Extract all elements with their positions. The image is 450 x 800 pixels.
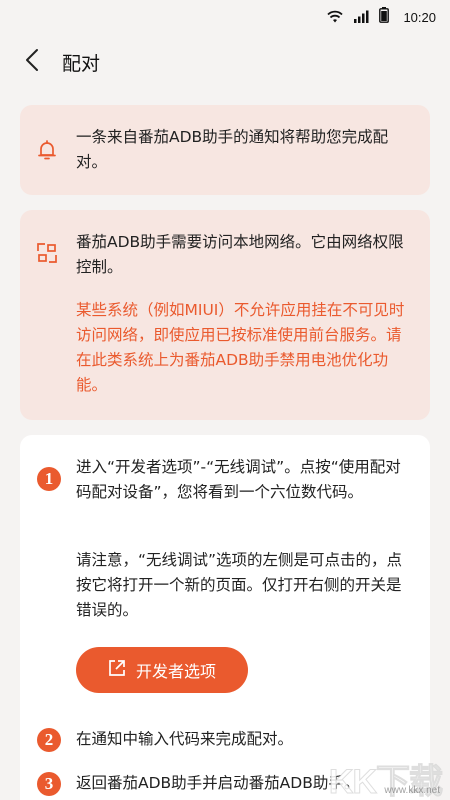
battery-icon	[379, 7, 390, 27]
step-1-text: 进入“开发者选项”-“无线调试”。点按“使用配对码配对设备”，您将看到一个六位数…	[76, 458, 401, 501]
network-card: 番茄ADB助手需要访问本地网络。它由网络权限控制。 某些系统（例如MIUI）不允…	[20, 210, 430, 420]
developer-options-label: 开发者选项	[135, 662, 216, 681]
chevron-left-icon	[25, 48, 39, 76]
status-time: 10:20	[403, 9, 436, 25]
watermark-url: www.kkx.net	[384, 785, 440, 796]
page-title: 配对	[62, 53, 101, 75]
step-1-warning: 请注意，“无线调试”选项的左侧是可点击的，点按它将打开一个新的页面。仅打开右侧的…	[76, 551, 403, 619]
app-header: 配对	[0, 38, 450, 86]
notice-card: 一条来自番茄ADB助手的通知将帮助您完成配对。	[20, 105, 430, 195]
notice-text: 一条来自番茄ADB助手的通知将帮助您完成配对。	[76, 128, 389, 171]
wifi-icon	[327, 8, 344, 27]
signal-icon	[353, 8, 369, 27]
network-text: 番茄ADB助手需要访问本地网络。它由网络权限控制。	[76, 233, 404, 276]
watermark-logo: KK下载 www.kkx.net	[302, 754, 443, 800]
steps-card: 1 进入“开发者选项”-“无线调试”。点按“使用配对码配对设备”，您将看到一个六…	[20, 435, 430, 800]
back-button[interactable]	[18, 48, 46, 76]
step-2-text: 在通知中输入代码来完成配对。	[76, 730, 294, 748]
step-number-3: 3	[37, 772, 61, 796]
status-bar: 10:20	[0, 0, 450, 34]
network-icon	[36, 242, 58, 264]
network-warning-text: 某些系统（例如MIUI）不允许应用挂在不可见时访问网络，即使应用已按标准使用前台…	[76, 301, 405, 394]
developer-options-button[interactable]: 开发者选项	[76, 647, 248, 693]
status-icons: 10:20	[327, 7, 436, 27]
step-number-1: 1	[37, 467, 61, 491]
open-external-icon	[108, 659, 126, 681]
step-number-2: 2	[37, 728, 61, 752]
bell-icon	[36, 139, 58, 161]
